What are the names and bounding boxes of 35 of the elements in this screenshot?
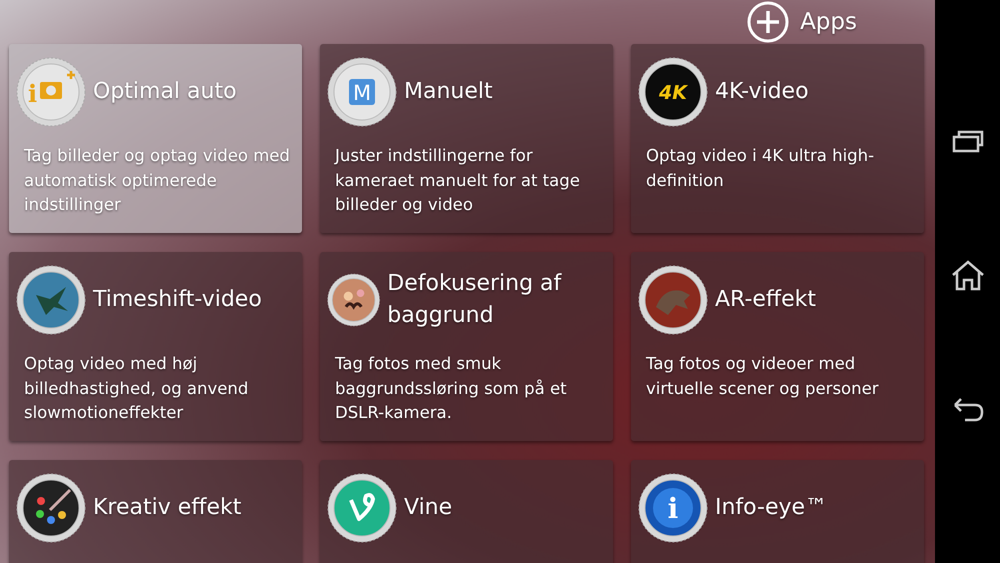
mode-title: AR-effekt	[715, 286, 816, 314]
mode-icon	[16, 265, 86, 335]
mode-card[interactable]: 4K 4K-video Optag video i 4K ultra high-definition	[631, 44, 924, 233]
mode-card[interactable]: Timeshift-video Optag video med høj billedhastighed, og anvend slowmotioneffekter	[9, 252, 302, 441]
mode-title: Defokusering af baggrund	[387, 270, 563, 330]
mode-icon	[327, 473, 397, 543]
mode-title: Vine	[404, 494, 452, 522]
mode-card[interactable]: Defokusering af baggrund Tag fotos med smuk baggrundssløring som på et DSLR-kamera.	[320, 252, 613, 441]
mode-title: Timeshift-video	[93, 286, 262, 314]
mode-description: Tag fotos og videoer med virtuelle scener og personer	[646, 353, 880, 400]
mode-title: Manuelt	[404, 78, 493, 106]
plus-circle-icon	[746, 0, 790, 44]
mode-description: Juster indstillingerne for kameraet manuelt for at tage billeder og video	[335, 145, 581, 216]
mode-title: Info-eye™	[715, 494, 828, 522]
mode-icon	[638, 265, 708, 335]
mode-icon: i	[16, 57, 86, 127]
mode-card[interactable]: Vine	[320, 460, 613, 563]
home-button[interactable]	[950, 258, 986, 290]
mode-card[interactable]: M Manuelt Juster indstillingerne for kameraet manuelt for at tage billeder og video	[320, 44, 613, 233]
mode-icon: M	[327, 57, 397, 127]
mode-title: Optimal auto	[93, 78, 237, 106]
recent-apps-button[interactable]	[952, 128, 984, 152]
mode-title: Kreativ effekt	[93, 494, 242, 522]
mode-description: Optag video i 4K ultra high-definition	[646, 145, 876, 192]
add-apps-button[interactable]: Apps	[746, 0, 857, 44]
mode-icon: i	[638, 473, 708, 543]
mode-title: 4K-video	[715, 78, 809, 106]
mode-icon	[16, 473, 86, 543]
mode-description: Tag fotos med smuk baggrundssløring som på et DSLR-kamera.	[335, 353, 568, 424]
mode-description: Optag video med høj billedhastighed, og anvend slowmotioneffekter	[24, 353, 250, 424]
mode-icon: 4K	[638, 57, 708, 127]
mode-card[interactable]: Kreativ effekt	[9, 460, 302, 563]
mode-card[interactable]: AR-effekt Tag fotos og videoer med virtuelle scener og personer	[631, 252, 924, 441]
mode-card[interactable]: i Info-eye™	[631, 460, 924, 563]
mode-description: Tag billeder og optag video med automatisk optimerede indstillinger	[24, 145, 291, 216]
